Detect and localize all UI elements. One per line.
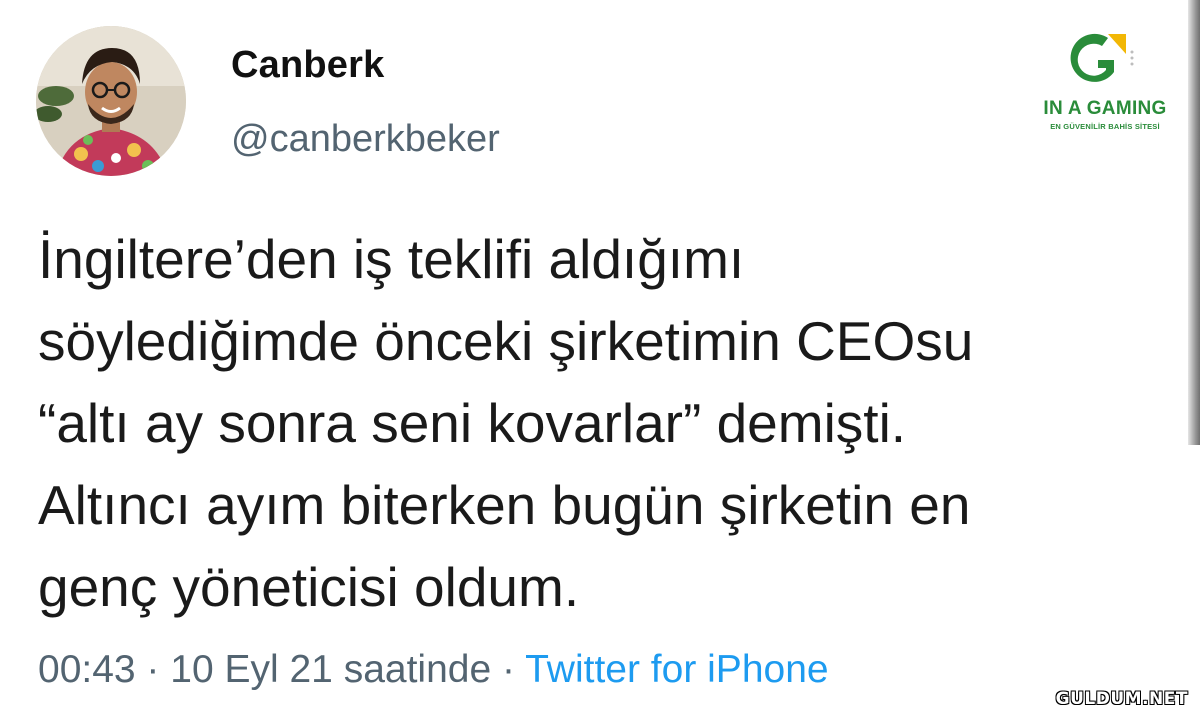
tweet-meta: 00:43 · 10 Eyl 21 saatinde · Twitter for… (38, 648, 829, 692)
tweet-screenshot: Canberk @canberkbeker IN A GAMING EN GÜV… (0, 0, 1200, 712)
tweet-timestamp[interactable]: 00:43 · 10 Eyl 21 saatinde · (38, 648, 525, 691)
brand-name: IN A GAMING (1043, 98, 1167, 119)
tweet-text-line: İngiltere’den iş teklifi aldığımı (38, 228, 745, 290)
user-handle[interactable]: @canberkbeker (231, 118, 500, 161)
brand-logo: IN A GAMING EN GÜVENİLİR BAHİS SİTESİ (1030, 30, 1180, 142)
edge-strip (1188, 0, 1200, 445)
tweet-text-line: söylediğimde önceki şirketimin CEOsu (38, 310, 974, 372)
tweet-text-line: Altıncı ayım biterken bugün şirketin en (38, 474, 971, 536)
tweet-text: İngiltere’den iş teklifi aldığımı söyled… (38, 218, 1178, 628)
brand-tagline: EN GÜVENİLİR BAHİS SİTESİ (1050, 122, 1160, 131)
tweet-text-line: genç yöneticisi oldum. (38, 556, 580, 618)
brand-mark-icon (1070, 33, 1134, 82)
watermark: GULDUM.NET (1055, 689, 1188, 709)
display-name[interactable]: Canberk (231, 44, 384, 87)
tweet-source-link[interactable]: Twitter for iPhone (525, 648, 828, 691)
tweet-text-line: “altı ay sonra seni kovarlar” demişti. (38, 392, 907, 454)
avatar[interactable] (36, 26, 186, 176)
